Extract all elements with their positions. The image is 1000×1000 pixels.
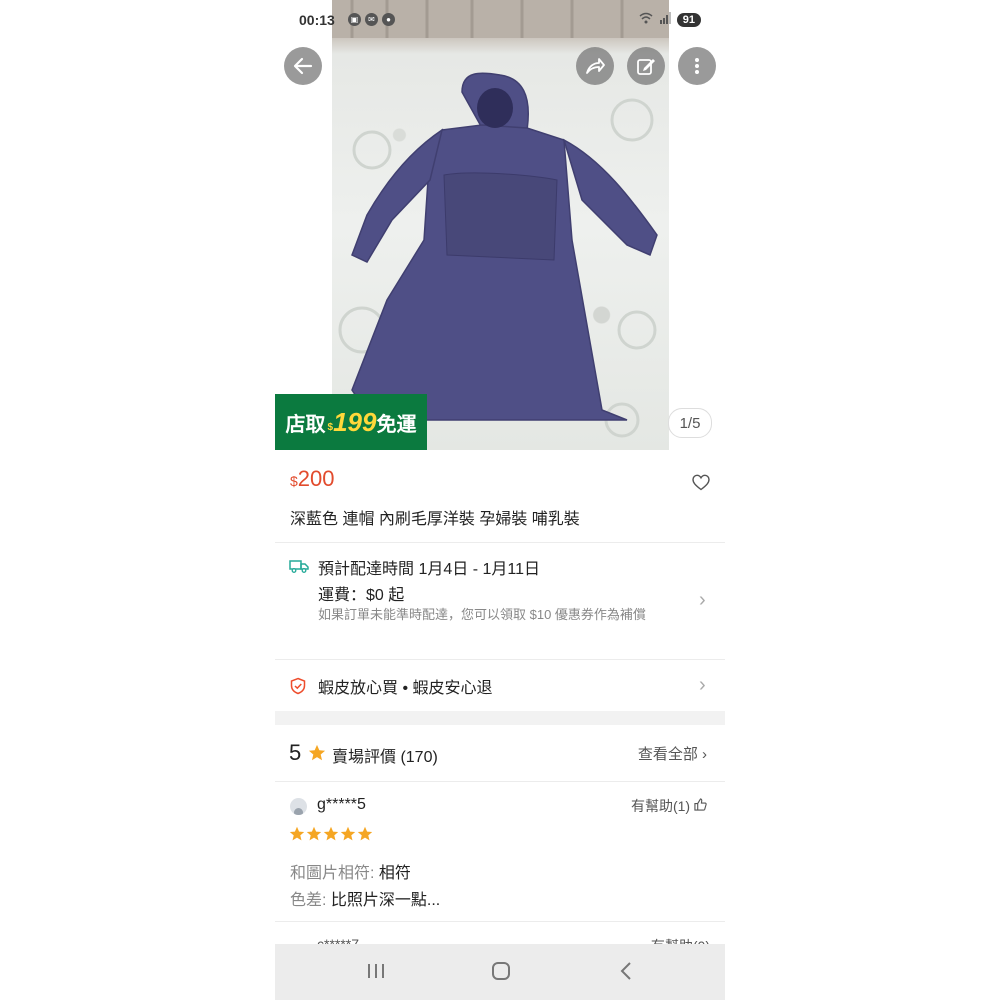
promo-prefix: 店取 [285, 413, 326, 436]
review-field-key: 色差: [290, 892, 331, 909]
delivery-truck-icon [289, 560, 309, 573]
promo-suffix: 免運 [376, 413, 417, 436]
promo-amount: 199 [333, 406, 377, 437]
chevron-left-icon [620, 962, 631, 980]
messenger-icon: ✉ [365, 13, 378, 26]
star-icon [323, 826, 339, 841]
helpful-count: 有幫助(1) [630, 798, 691, 814]
wifi-icon [639, 12, 653, 27]
more-vertical-icon [695, 58, 699, 74]
home-icon [492, 962, 510, 980]
back-nav-button[interactable] [619, 962, 633, 985]
edit-button[interactable] [627, 47, 665, 85]
screenshot-icon: ▣ [348, 13, 361, 26]
heart-icon [692, 474, 710, 491]
review-field-value: 相符 [378, 865, 411, 882]
home-button[interactable] [491, 962, 511, 985]
shield-check-icon [290, 677, 306, 695]
helpful-button[interactable]: 有幫助(1) [631, 796, 707, 816]
favorite-button[interactable] [692, 474, 710, 496]
review-field-key: 和圖片相符: [290, 865, 379, 882]
rating-score: 5 [289, 740, 302, 765]
star-icon [308, 744, 326, 761]
shop-rating-label: 賣場評價 (170) [332, 749, 438, 766]
star-icon [306, 826, 322, 841]
product-photo[interactable] [332, 0, 669, 450]
review-field-color: 色差: 比照片深一點... [290, 886, 440, 910]
thumbs-up-icon [694, 798, 707, 811]
recent-apps-button[interactable] [366, 962, 386, 985]
back-button[interactable] [284, 47, 322, 85]
product-price: $200 [290, 466, 335, 492]
battery-level: 91 [676, 12, 701, 27]
divider [275, 781, 725, 782]
chevron-right-icon: › [699, 674, 706, 696]
helpful-count: 有幫助(0) [651, 936, 710, 944]
product-gallery[interactable]: 00:13 ▣ ✉ ● 91 店取 $ 199 免運 1/5 [275, 0, 725, 450]
divider [275, 921, 725, 922]
shipping-fee: 運費：$0 起 [318, 587, 405, 604]
late-delivery-note: 如果訂單未能準時配達，您可以領取 $10 優惠券作為補償 [318, 607, 646, 622]
see-all-reviews-link[interactable]: 查看全部 › [638, 743, 707, 764]
section-spacer [275, 711, 725, 725]
reviewer-avatar [290, 798, 307, 815]
status-bar: 00:13 ▣ ✉ ● 91 [275, 0, 725, 40]
share-icon [586, 58, 605, 74]
divider [275, 542, 725, 543]
share-button[interactable] [576, 47, 614, 85]
star-icon [357, 826, 373, 841]
divider [275, 659, 725, 660]
product-title: 深藍色 連帽 內刷毛厚洋裝 孕婦裝 哺乳裝 [290, 511, 580, 528]
notification-icons: ▣ ✉ ● [348, 13, 395, 26]
signal-icon [659, 12, 671, 27]
review-field-value: 比照片深一點... [330, 892, 441, 909]
price-currency: $ [290, 473, 298, 489]
price-value: 200 [297, 466, 335, 491]
phone-screen: 00:13 ▣ ✉ ● 91 店取 $ 199 免運 1/5 $200 深藍色 … [275, 0, 725, 1000]
review-field-match: 和圖片相符: 相符 [290, 859, 411, 883]
android-navigation-bar [275, 944, 725, 1000]
status-right: 91 [639, 12, 701, 27]
see-all-label: 查看全部 [637, 746, 698, 763]
guarantee-text: 蝦皮放心買 • 蝦皮安心退 [318, 680, 493, 697]
chevron-right-icon: › [699, 589, 706, 611]
edit-icon [637, 59, 655, 75]
review-stars [289, 826, 373, 842]
free-shipping-promo-banner: 店取 $ 199 免運 [275, 394, 427, 450]
star-icon [289, 826, 305, 841]
delivery-eta: 預計配達時間 1月4日 - 1月11日 [318, 561, 540, 578]
app-notification-icon: ● [382, 13, 395, 26]
star-icon [340, 826, 356, 841]
reviewer-name: g*****5 [317, 796, 366, 813]
recent-apps-icon [368, 964, 384, 978]
status-time: 00:13 [299, 12, 335, 28]
image-counter: 1/5 [668, 408, 712, 438]
review-item-partial: c*****7 有幫助(0) [290, 934, 710, 944]
more-options-button[interactable] [678, 47, 716, 85]
reviewer-name: c*****7 [317, 936, 360, 944]
arrow-left-icon [293, 57, 313, 75]
dress-illustration [332, 0, 669, 438]
